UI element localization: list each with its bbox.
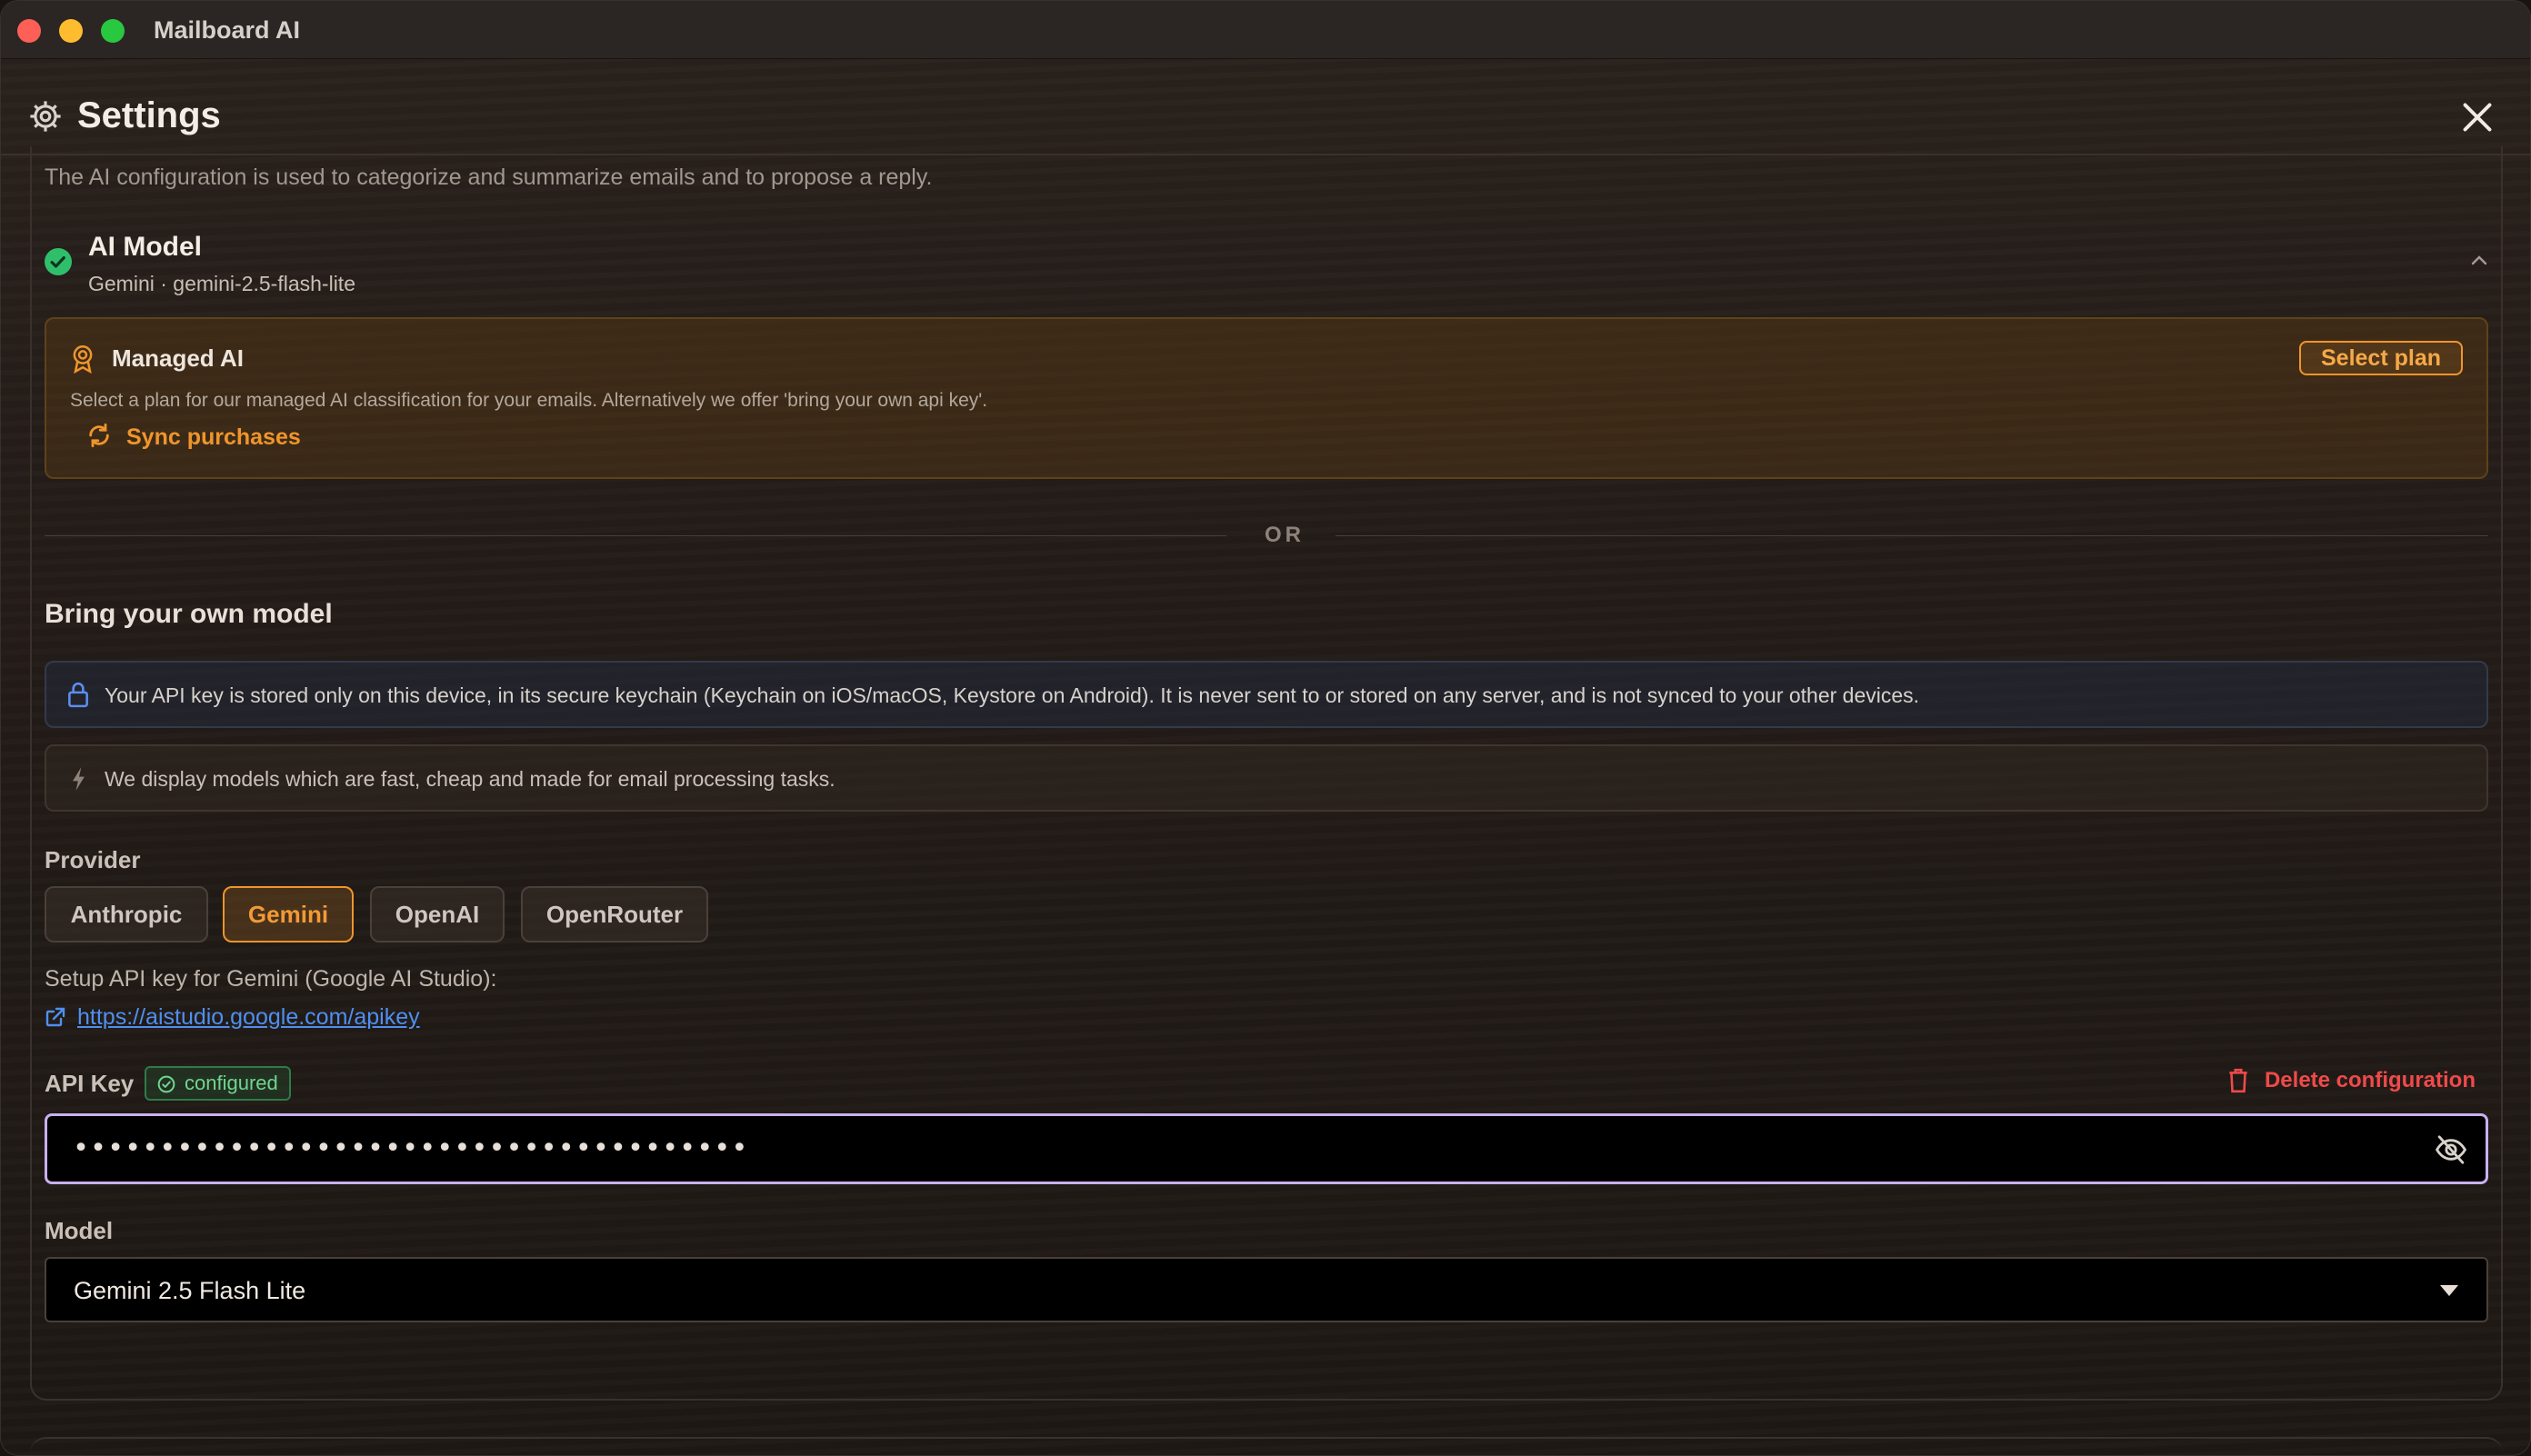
api-key-link[interactable]: https://aistudio.google.com/apikey <box>77 1004 420 1031</box>
app-title: Mailboard AI <box>154 16 301 44</box>
model-hint-box: We display models which are fast, cheap … <box>45 744 2488 812</box>
provider-label: Provider <box>45 846 141 873</box>
settings-header: Settings <box>1 59 2530 155</box>
caret-down-icon <box>2440 1285 2458 1296</box>
keychain-info-text: Your API key is stored only on this devi… <box>105 683 1920 707</box>
api-key-masked-value: ••••••••••••••••••••••••••••••••••••••• <box>73 1132 749 1164</box>
managed-ai-title: Managed AI <box>112 344 244 372</box>
delete-configuration-button[interactable]: Delete configuration <box>2228 1068 2476 1093</box>
api-key-label: API Key <box>45 1070 135 1097</box>
close-icon[interactable] <box>2461 101 2494 134</box>
managed-ai-description: Select a plan for our managed AI classif… <box>70 390 988 411</box>
select-plan-button[interactable]: Select plan <box>2299 341 2463 375</box>
award-icon <box>73 345 93 374</box>
window-close-button[interactable] <box>17 19 41 43</box>
page-title: Settings <box>77 95 221 135</box>
model-selected-value: Gemini 2.5 Flash Lite <box>74 1277 306 1304</box>
byom-title: Bring your own model <box>45 599 333 629</box>
intro-text: The AI configuration is used to categori… <box>45 165 933 190</box>
external-link-icon <box>45 1007 65 1027</box>
settings-content: The AI configuration is used to categori… <box>30 146 2503 1410</box>
ai-model-subtitle: Gemini · gemini-2.5-flash-lite <box>88 272 355 295</box>
eye-off-icon[interactable] <box>2435 1134 2467 1165</box>
api-key-input[interactable]: ••••••••••••••••••••••••••••••••••••••• <box>45 1113 2488 1184</box>
model-hint-text: We display models which are fast, cheap … <box>105 767 835 791</box>
provider-gemini-button[interactable]: Gemini <box>223 886 354 942</box>
configured-badge-label: configured <box>185 1072 278 1094</box>
check-circle-icon <box>45 248 72 275</box>
window-minimize-button[interactable] <box>59 19 83 43</box>
or-divider-label: OR <box>1265 523 1305 547</box>
check-circle-icon <box>157 1075 175 1093</box>
ai-model-section-header[interactable]: AI Model Gemini · gemini-2.5-flash-lite <box>45 232 2499 304</box>
model-select[interactable]: Gemini 2.5 Flash Lite <box>45 1257 2488 1322</box>
provider-openai-button[interactable]: OpenAI <box>370 886 505 942</box>
title-bar: Mailboard AI <box>1 1 2530 59</box>
lock-icon <box>68 683 88 708</box>
chevron-up-icon[interactable] <box>2468 250 2490 272</box>
divider-left <box>45 535 1226 536</box>
next-section-edge <box>30 1437 2503 1455</box>
window-zoom-button[interactable] <box>101 19 125 43</box>
delete-configuration-label: Delete configuration <box>2264 1068 2476 1092</box>
provider-anthropic-button[interactable]: Anthropic <box>45 886 208 942</box>
app-window: Mailboard AI Settings The AI configurati… <box>0 0 2531 1456</box>
trash-icon <box>2229 1068 2247 1093</box>
provider-openrouter-button[interactable]: OpenRouter <box>521 886 708 942</box>
keychain-info-box: Your API key is stored only on this devi… <box>45 661 2488 728</box>
gear-icon <box>30 101 61 132</box>
sync-purchases-link[interactable]: Sync purchases <box>126 424 301 451</box>
configured-badge: configured <box>145 1066 291 1101</box>
divider-right <box>1336 535 2488 536</box>
bolt-icon <box>73 767 85 791</box>
managed-ai-card: Managed AI Select a plan for our managed… <box>45 317 2488 479</box>
sync-icon <box>89 423 109 448</box>
ai-model-title: AI Model <box>88 232 202 262</box>
setup-api-text: Setup API key for Gemini (Google AI Stud… <box>45 966 497 992</box>
model-label: Model <box>45 1217 114 1244</box>
